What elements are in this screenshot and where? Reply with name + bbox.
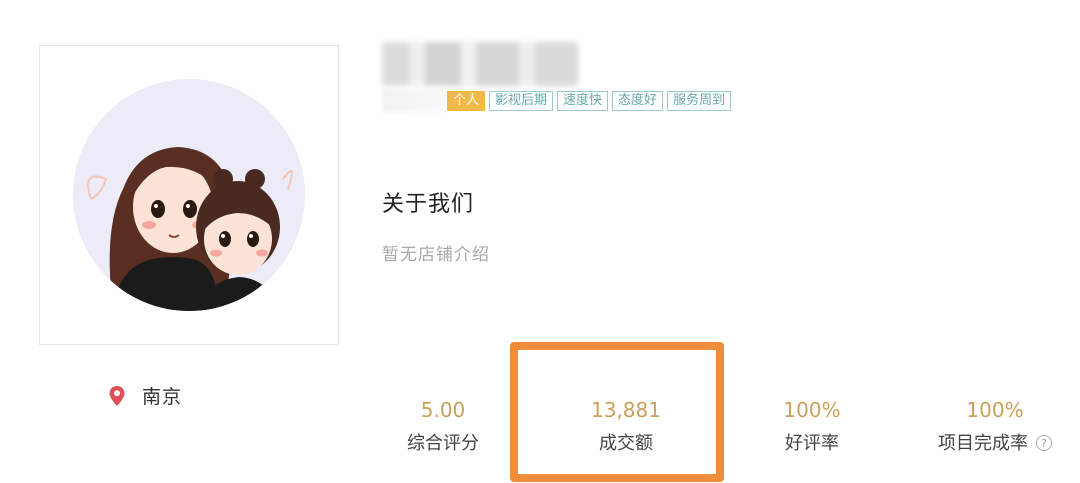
avatar-illustration [87,147,293,311]
tag-good-attitude: 态度好 [612,91,664,111]
stat-label: 综合评分 [407,433,479,454]
stat-label: 项目完成率 [938,433,1028,454]
stat-label: 成交额 [599,433,653,454]
shop-avatar-card [39,45,339,345]
stat-value: 100% [783,398,841,422]
stat-label: 好评率 [785,433,839,454]
tag-attentive-service: 服务周到 [667,91,732,111]
shop-location: 南京 [108,382,182,409]
stat-positive-rate: 100% 好评率 [757,396,867,456]
avatar [73,79,305,311]
stat-value: 100% [966,398,1024,422]
stat-completion-rate: 100% 项目完成率? [915,396,1075,456]
stat-value: 13,881 [591,398,661,422]
shop-name-blurred [382,42,578,86]
stat-transaction-amount: 13,881 成交额 [571,396,681,456]
shop-name-blurred-secondary [382,88,446,112]
about-title: 关于我们 [382,192,475,217]
tag-personal: 个人 [447,91,486,111]
shop-profile-page: 南京 个人 影视后期 速度快 态度好 服务周到 关于我们 暂无店铺介绍 5.00… [0,0,1080,483]
stat-overall-score: 5.00 综合评分 [388,396,498,456]
tag-video-post: 影视后期 [489,91,554,111]
location-pin-icon [109,385,125,406]
shop-tags: 个人 影视后期 速度快 态度好 服务周到 [447,91,732,111]
stat-value: 5.00 [420,398,466,422]
stat-label-row: 项目完成率? [915,432,1075,456]
location-city: 南京 [142,386,183,408]
tag-fast: 速度快 [557,91,609,111]
question-circle-icon[interactable]: ? [1036,435,1052,451]
about-description: 暂无店铺介绍 [382,245,490,265]
